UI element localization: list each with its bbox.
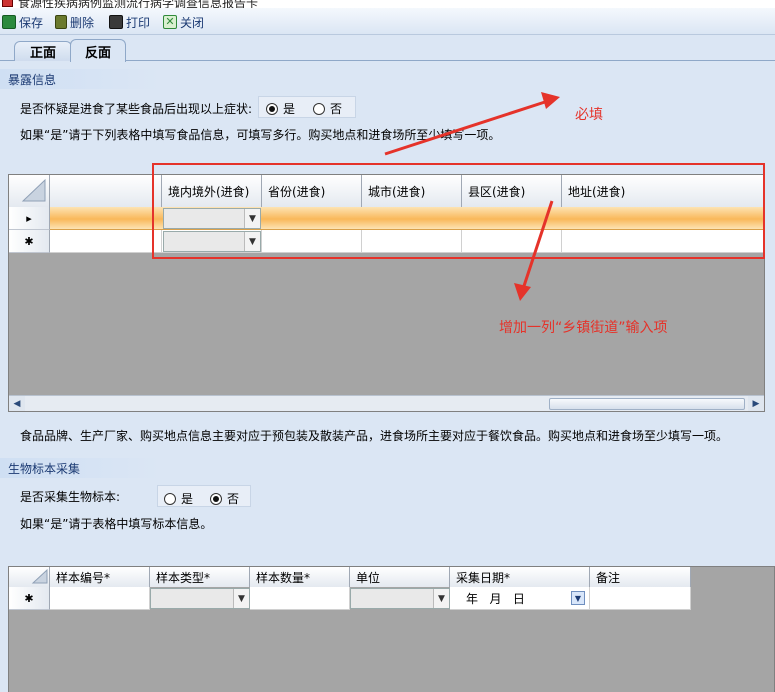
tab-front-label: 正面 bbox=[29, 46, 56, 61]
specimen-grid: 样本编号* 样本类型* 样本数量* 单位 采集日期* 备注 ✱ ▼ ▼ 年 月 … bbox=[8, 566, 775, 692]
sample-id-input[interactable] bbox=[50, 587, 150, 610]
grid-row-header-new[interactable]: ✱ bbox=[9, 587, 50, 610]
app-icon bbox=[2, 0, 13, 7]
annotation-required: 必填 bbox=[575, 107, 603, 123]
content-panel: 暴露信息 是否怀疑是进食了某些食品后出现以上症状: 是 否 如果“是”请于下列表… bbox=[0, 61, 775, 692]
printer-icon bbox=[109, 15, 123, 29]
exposure-footnote: 食品品牌、生产厂家、购买地点信息主要对应于预包装及散装产品，进食场所主要对应于餐… bbox=[20, 429, 729, 443]
radio-unchecked-icon bbox=[164, 492, 176, 505]
tab-front[interactable]: 正面 bbox=[14, 41, 72, 61]
col-header-collect-date-text: 采集日期* bbox=[456, 570, 511, 585]
save-label: 保存 bbox=[19, 15, 44, 30]
col-header-unit-text: 单位 bbox=[356, 570, 381, 585]
chevron-down-icon: ▼ bbox=[233, 589, 249, 608]
specimen-title-text: 生物标本采集 bbox=[8, 461, 81, 476]
tab-strip: 正面 反面 bbox=[0, 35, 775, 62]
col-header-unit[interactable]: 单位 bbox=[350, 567, 450, 587]
arrow-to-add-column bbox=[521, 200, 554, 290]
save-button[interactable]: 保存 bbox=[2, 13, 43, 31]
date-placeholder: 年 月 日 bbox=[466, 592, 525, 606]
tab-back[interactable]: 反面 bbox=[70, 39, 126, 62]
col-header-collect-date[interactable]: 采集日期* bbox=[450, 567, 590, 587]
sample-qty-input[interactable] bbox=[250, 587, 350, 610]
col-header-sample-id-text: 样本编号* bbox=[56, 570, 111, 585]
remark-input[interactable] bbox=[590, 587, 691, 610]
col-header-sample-type[interactable]: 样本类型* bbox=[150, 567, 250, 587]
col-header-sample-qty-text: 样本数量* bbox=[256, 570, 311, 585]
close-label: 关闭 bbox=[180, 15, 205, 30]
arrow-head-icon bbox=[514, 283, 531, 301]
grid-header-row: 样本编号* 样本类型* 样本数量* 单位 采集日期* 备注 bbox=[9, 567, 691, 587]
tab-back-label: 反面 bbox=[84, 45, 111, 61]
delete-button[interactable]: 删除 bbox=[55, 13, 94, 31]
close-icon: ✕ bbox=[163, 15, 177, 29]
grid-select-all-corner[interactable] bbox=[9, 567, 50, 587]
collect-date-picker[interactable]: 年 月 日 ▼ bbox=[450, 587, 590, 610]
annotation-add-column: 增加一列“乡镇街道”输入项 bbox=[499, 320, 668, 336]
new-row-asterisk-icon: ✱ bbox=[24, 591, 34, 605]
trash-icon bbox=[55, 15, 67, 29]
window-titlebar: 食源性疾病病例监测流行病学调查信息报告卡 bbox=[0, 0, 775, 8]
col-header-remark[interactable]: 备注 bbox=[590, 567, 691, 587]
arrow-to-required bbox=[384, 99, 549, 156]
col-header-remark-text: 备注 bbox=[596, 570, 621, 585]
calendar-dropdown-icon[interactable]: ▼ bbox=[571, 591, 585, 605]
specimen-no-label: 否 bbox=[227, 492, 240, 506]
delete-label: 删除 bbox=[70, 15, 95, 30]
col-header-sample-id[interactable]: 样本编号* bbox=[50, 567, 150, 587]
corner-triangle-icon bbox=[31, 568, 48, 584]
specimen-yes-label: 是 bbox=[181, 492, 194, 506]
arrow-head-icon bbox=[541, 92, 560, 109]
chevron-down-icon: ▼ bbox=[433, 589, 449, 608]
toolbar: 保存 删除 打印 ✕ 关闭 bbox=[0, 8, 775, 35]
save-icon bbox=[2, 15, 16, 29]
print-label: 打印 bbox=[126, 15, 151, 30]
sample-type-select[interactable]: ▼ bbox=[150, 588, 250, 609]
print-button[interactable]: 打印 bbox=[109, 13, 150, 31]
col-header-sample-type-text: 样本类型* bbox=[156, 570, 211, 585]
specimen-yes-radio[interactable]: 是 bbox=[164, 490, 193, 507]
specimen-question: 是否采集生物标本: bbox=[20, 490, 121, 504]
specimen-no-radio[interactable]: 否 bbox=[210, 490, 239, 507]
window-title: 食源性疾病病例监测流行病学调查信息报告卡 bbox=[18, 0, 259, 8]
col-header-sample-qty[interactable]: 样本数量* bbox=[250, 567, 350, 587]
radio-checked-icon bbox=[210, 492, 222, 505]
specimen-section-title: 生物标本采集 bbox=[0, 458, 160, 478]
close-button[interactable]: ✕ 关闭 bbox=[163, 13, 204, 31]
unit-select[interactable]: ▼ bbox=[350, 588, 450, 609]
specimen-hint: 如果“是”请于表格中填写标本信息。 bbox=[20, 517, 213, 531]
